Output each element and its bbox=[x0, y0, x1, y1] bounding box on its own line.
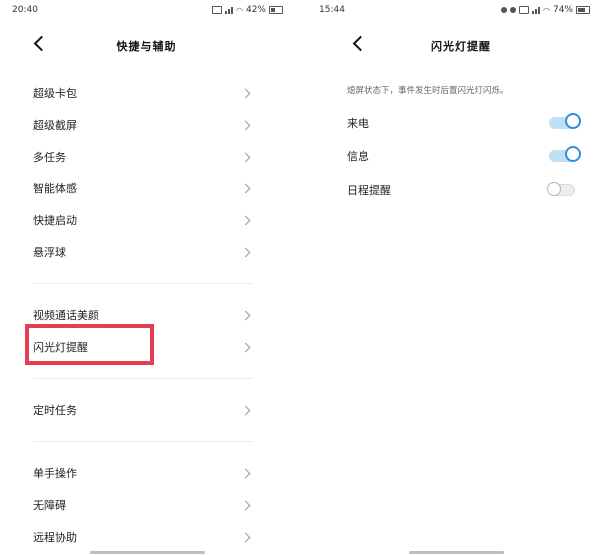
chevron-right-icon bbox=[240, 468, 251, 478]
status-icons: ◠ 42% bbox=[212, 5, 283, 15]
menu-item-one-hand-mode[interactable]: 单手操作 bbox=[33, 463, 253, 483]
setting-label: 来电 bbox=[347, 117, 369, 130]
menu-item-label: 多任务 bbox=[33, 151, 66, 164]
menu-item-multitask[interactable]: 多任务 bbox=[33, 147, 253, 167]
menu-item-label: 悬浮球 bbox=[33, 246, 66, 259]
wifi-icon: ◠ bbox=[543, 5, 550, 15]
description-text: 熄屏状态下，事件发生时后置闪光灯闪烁。 bbox=[347, 86, 509, 96]
toggle-switch[interactable] bbox=[549, 146, 581, 162]
highlight-box bbox=[25, 324, 154, 365]
setting-message: 信息 bbox=[347, 146, 581, 166]
flash-notification-screen: 15:44 ◠ 74% 闪光灯提醒 熄屏状态下，事件发生时后置闪光灯闪烁。 来电… bbox=[307, 0, 600, 555]
chevron-right-icon bbox=[240, 120, 251, 130]
toggle-switch[interactable] bbox=[549, 113, 581, 129]
section-divider bbox=[33, 441, 253, 442]
status-bar: 20:40 ◠ 42% bbox=[0, 0, 293, 20]
toggle-switch[interactable] bbox=[547, 182, 575, 196]
battery-percent: 74% bbox=[552, 5, 573, 15]
back-arrow-icon[interactable] bbox=[352, 35, 369, 52]
chevron-right-icon bbox=[240, 215, 251, 225]
menu-item-label: 超级卡包 bbox=[33, 87, 77, 100]
chevron-right-icon bbox=[240, 310, 251, 320]
chevron-right-icon bbox=[240, 342, 251, 352]
setting-incoming-call: 来电 bbox=[347, 113, 581, 133]
chevron-right-icon bbox=[240, 88, 251, 98]
battery-percent: 42% bbox=[245, 5, 266, 15]
nfc-icon bbox=[212, 6, 222, 14]
nfc-icon bbox=[519, 6, 529, 14]
signal-icon bbox=[225, 6, 233, 14]
section-divider bbox=[33, 283, 253, 284]
menu-item-label: 远程协助 bbox=[33, 531, 77, 544]
setting-schedule-reminder: 日程提醒 bbox=[347, 180, 575, 200]
menu-item-accessibility[interactable]: 无障碍 bbox=[33, 495, 253, 515]
battery-icon bbox=[269, 6, 283, 14]
home-indicator bbox=[409, 551, 504, 554]
chevron-right-icon bbox=[240, 247, 251, 257]
nav-bar: 闪光灯提醒 bbox=[307, 34, 600, 62]
section-divider bbox=[33, 378, 253, 379]
menu-item-label: 无障碍 bbox=[33, 499, 66, 512]
toggle-knob bbox=[547, 182, 561, 196]
page-title: 快捷与辅助 bbox=[116, 40, 177, 53]
shortcuts-accessibility-screen: 20:40 ◠ 42% 快捷与辅助 超级卡包 超级截屏 多任务 智能体感 快捷启… bbox=[0, 0, 293, 555]
setting-label: 信息 bbox=[347, 150, 369, 163]
menu-item-floating-ball[interactable]: 悬浮球 bbox=[33, 242, 253, 262]
menu-item-scheduled-task[interactable]: 定时任务 bbox=[33, 400, 253, 420]
signal-icon bbox=[532, 6, 540, 14]
setting-label: 日程提醒 bbox=[347, 184, 391, 197]
menu-item-super-card[interactable]: 超级卡包 bbox=[33, 83, 253, 103]
chevron-right-icon bbox=[240, 405, 251, 415]
menu-item-label: 视频通话美颜 bbox=[33, 309, 99, 322]
menu-item-label: 智能体感 bbox=[33, 182, 77, 195]
status-icons: ◠ 74% bbox=[501, 5, 590, 15]
battery-icon bbox=[576, 6, 590, 14]
screenshot-stage: 20:40 ◠ 42% 快捷与辅助 超级卡包 超级截屏 多任务 智能体感 快捷启… bbox=[0, 0, 600, 555]
toggle-knob bbox=[565, 146, 581, 162]
menu-item-remote-assist[interactable]: 远程协助 bbox=[33, 527, 253, 547]
menu-item-video-call-beauty[interactable]: 视频通话美颜 bbox=[33, 305, 253, 325]
menu-item-super-screenshot[interactable]: 超级截屏 bbox=[33, 115, 253, 135]
chevron-right-icon bbox=[240, 152, 251, 162]
menu-item-quick-launch[interactable]: 快捷启动 bbox=[33, 210, 253, 230]
menu-item-label: 单手操作 bbox=[33, 467, 77, 480]
wifi-icon: ◠ bbox=[236, 5, 243, 15]
status-time: 15:44 bbox=[319, 5, 345, 15]
notification-icon bbox=[501, 7, 507, 13]
notification-icon bbox=[510, 7, 516, 13]
chevron-right-icon bbox=[240, 532, 251, 542]
page-title: 闪光灯提醒 bbox=[431, 40, 491, 53]
menu-item-label: 快捷启动 bbox=[33, 214, 77, 227]
status-bar: 15:44 ◠ 74% bbox=[307, 0, 600, 20]
chevron-right-icon bbox=[240, 183, 251, 193]
toggle-knob bbox=[565, 113, 581, 129]
menu-item-label: 超级截屏 bbox=[33, 119, 77, 132]
nav-bar: 快捷与辅助 bbox=[0, 34, 293, 62]
menu-item-label: 定时任务 bbox=[33, 404, 77, 417]
status-time: 20:40 bbox=[12, 5, 38, 15]
home-indicator bbox=[90, 551, 205, 554]
chevron-right-icon bbox=[240, 500, 251, 510]
menu-item-smart-motion[interactable]: 智能体感 bbox=[33, 178, 253, 198]
